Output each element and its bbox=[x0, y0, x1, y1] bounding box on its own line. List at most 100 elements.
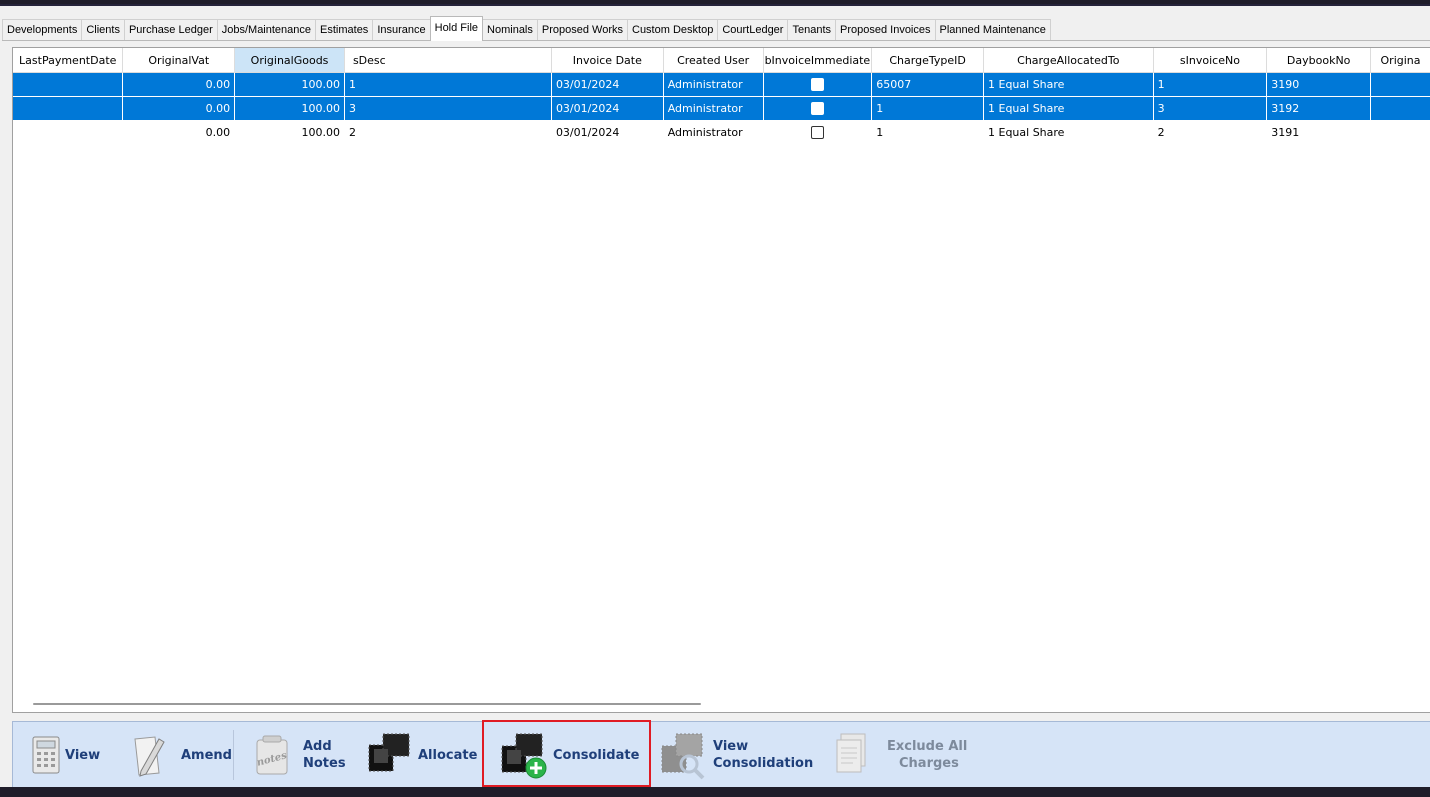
table-row[interactable]: 0.00 100.00 3 03/01/2024 Administrator 1 1 Equ… bbox=[13, 96, 1430, 121]
cell-binvoiceimmediate bbox=[763, 121, 872, 145]
tab-developments[interactable]: Developments bbox=[2, 19, 83, 40]
cell-binvoiceimmediate bbox=[763, 72, 873, 97]
column-header-invoice-date[interactable]: Invoice Date bbox=[551, 48, 664, 73]
documents-icon bbox=[836, 733, 866, 773]
cell-sdesc: 1 bbox=[344, 72, 552, 97]
grid-table: LastPaymentDate OriginalVat OriginalGoods s… bbox=[13, 48, 1430, 144]
column-header-originalvat[interactable]: OriginalVat bbox=[122, 48, 236, 73]
column-header-created-user[interactable]: Created User bbox=[663, 48, 764, 73]
allocate-label: Allocate bbox=[418, 747, 478, 763]
tab-purchase-ledger[interactable]: Purchase Ledger bbox=[123, 19, 218, 40]
tab-custom-desktop[interactable]: Custom Desktop bbox=[627, 19, 719, 40]
cell-sinvoiceno: 1 bbox=[1153, 72, 1268, 97]
cell-originalvat: 0.00 bbox=[122, 96, 236, 121]
cell-daybookno: 3190 bbox=[1266, 72, 1372, 97]
bottom-strip bbox=[0, 787, 1430, 797]
cell-lastpaymentdate bbox=[13, 72, 124, 97]
view-consolidation-icon bbox=[661, 733, 705, 780]
cell-daybookno: 3192 bbox=[1266, 96, 1372, 121]
tab-courtledger[interactable]: CourtLedger bbox=[717, 19, 789, 40]
cell-lastpaymentdate bbox=[13, 121, 123, 145]
consolidate-highlight-box bbox=[482, 720, 651, 787]
column-header-sinvoiceno[interactable]: sInvoiceNo bbox=[1153, 48, 1268, 73]
hold-file-grid[interactable]: LastPaymentDate OriginalVat OriginalGoods s… bbox=[12, 47, 1430, 713]
view-consolidation-label: View Consolidation bbox=[713, 738, 813, 772]
cell-daybookno: 3191 bbox=[1271, 126, 1300, 139]
tab-clients[interactable]: Clients bbox=[81, 19, 125, 40]
table-row[interactable]: 0.00 100.00 2 03/01/2024 Administrator 1 1 Equ… bbox=[13, 121, 1430, 145]
tab-insurance[interactable]: Insurance bbox=[372, 19, 431, 40]
cell-invoicedate: 03/01/2024 bbox=[551, 72, 664, 97]
cell-chargeallocatedto: 1 Equal Share bbox=[988, 126, 1065, 139]
cell-originalgoods: 100.00 bbox=[234, 72, 345, 97]
tab-nominals[interactable]: Nominals bbox=[482, 19, 538, 40]
view-label: View bbox=[65, 747, 101, 763]
tab-proposed-invoices[interactable]: Proposed Invoices bbox=[835, 19, 936, 40]
action-toolbar: View Amend notes Add Notes Allocate Cons… bbox=[12, 720, 1430, 789]
cell-createduser: Administrator bbox=[663, 72, 764, 97]
cell-createduser: Administrator bbox=[667, 126, 743, 139]
cell-invoicedate: 03/01/2024 bbox=[555, 126, 620, 139]
view-button[interactable]: View bbox=[31, 722, 100, 788]
column-header-chargetypeid[interactable]: ChargeTypeID bbox=[871, 48, 984, 73]
cell-chargeallocatedto: 1 Equal Share bbox=[983, 96, 1154, 121]
column-header-sdesc[interactable]: sDesc bbox=[344, 48, 552, 73]
column-header-binvoiceimmediate[interactable]: bInvoiceImmediate bbox=[763, 48, 873, 73]
column-header-originalgoods[interactable]: OriginalGoods bbox=[234, 48, 345, 73]
pencil-paper-icon bbox=[134, 736, 165, 777]
cell-chargetypeid: 1 bbox=[876, 126, 884, 139]
tab-tenants[interactable]: Tenants bbox=[787, 19, 836, 40]
amend-button[interactable]: Amend bbox=[129, 722, 232, 788]
cell-chargeallocatedto: 1 Equal Share bbox=[983, 72, 1154, 97]
column-header-chargeallocatedto[interactable]: ChargeAllocatedTo bbox=[983, 48, 1154, 73]
view-consolidation-label-line1: View bbox=[713, 739, 749, 754]
add-notes-label: Add Notes bbox=[303, 738, 346, 772]
cell-binvoiceimmediate bbox=[763, 96, 873, 121]
cell-sdesc: 2 bbox=[348, 126, 356, 139]
cell-invoicedate: 03/01/2024 bbox=[551, 96, 664, 121]
invoice-immediate-checkbox[interactable] bbox=[810, 126, 824, 140]
add-notes-label-line1: Add bbox=[303, 739, 332, 754]
column-header-daybookno[interactable]: DaybookNo bbox=[1266, 48, 1372, 73]
calculator-icon bbox=[32, 736, 60, 774]
cell-originalvat: 0.00 bbox=[205, 126, 231, 139]
cell-origina bbox=[1370, 96, 1430, 121]
notes-icon: notes bbox=[256, 735, 288, 775]
tab-estimates[interactable]: Estimates bbox=[315, 19, 374, 40]
horizontal-scrollbar[interactable] bbox=[33, 703, 701, 705]
exclude-all-label: Exclude All Charges bbox=[887, 738, 967, 772]
column-header-origina[interactable]: Origina bbox=[1370, 48, 1430, 73]
cell-origina bbox=[1370, 72, 1430, 97]
cell-sinvoiceno: 3 bbox=[1153, 96, 1268, 121]
cell-chargetypeid: 1 bbox=[871, 96, 984, 121]
exclude-all-charges-button[interactable]: Exclude All Charges bbox=[831, 722, 967, 788]
cell-chargetypeid: 65007 bbox=[871, 72, 984, 97]
toolbar-separator bbox=[233, 730, 234, 780]
view-consolidation-label-line2: Consolidation bbox=[713, 756, 814, 771]
column-header-lastpaymentdate[interactable]: LastPaymentDate bbox=[13, 48, 124, 73]
table-row[interactable]: 0.00 100.00 1 03/01/2024 Administrator 65007 1… bbox=[13, 72, 1430, 97]
cell-originalvat: 0.00 bbox=[122, 72, 236, 97]
allocate-button[interactable]: Allocate bbox=[366, 722, 477, 788]
exclude-all-label-line2: Charges bbox=[899, 756, 959, 771]
cell-createduser: Administrator bbox=[663, 96, 764, 121]
tab-strip: Developments Clients Purchase Ledger Jobs/M… bbox=[2, 12, 1430, 41]
add-notes-button[interactable]: notes Add Notes bbox=[253, 722, 346, 788]
tab-hold-file[interactable]: Hold File bbox=[429, 16, 484, 41]
amend-label: Amend bbox=[181, 747, 232, 763]
tab-jobs-maintenance[interactable]: Jobs/Maintenance bbox=[216, 19, 317, 40]
grid-header-row: LastPaymentDate OriginalVat OriginalGoods s… bbox=[13, 48, 1430, 73]
cell-originalgoods: 100.00 bbox=[234, 96, 345, 121]
view-consolidation-button[interactable]: View Consolidation bbox=[659, 722, 813, 788]
cell-sdesc: 3 bbox=[344, 96, 552, 121]
exclude-all-label-line1: Exclude All bbox=[887, 739, 968, 754]
tab-planned-maintenance[interactable]: Planned Maintenance bbox=[934, 19, 1051, 40]
tab-proposed-works[interactable]: Proposed Works bbox=[536, 19, 628, 40]
invoice-immediate-checkbox[interactable] bbox=[810, 78, 824, 92]
allocate-icon bbox=[368, 733, 410, 772]
app-window: Developments Clients Purchase Ledger Jobs/M… bbox=[0, 4, 1430, 795]
cell-lastpaymentdate bbox=[13, 96, 124, 121]
invoice-immediate-checkbox[interactable] bbox=[810, 102, 824, 116]
add-notes-label-line2: Notes bbox=[303, 756, 346, 771]
cell-originalgoods: 100.00 bbox=[301, 126, 340, 139]
